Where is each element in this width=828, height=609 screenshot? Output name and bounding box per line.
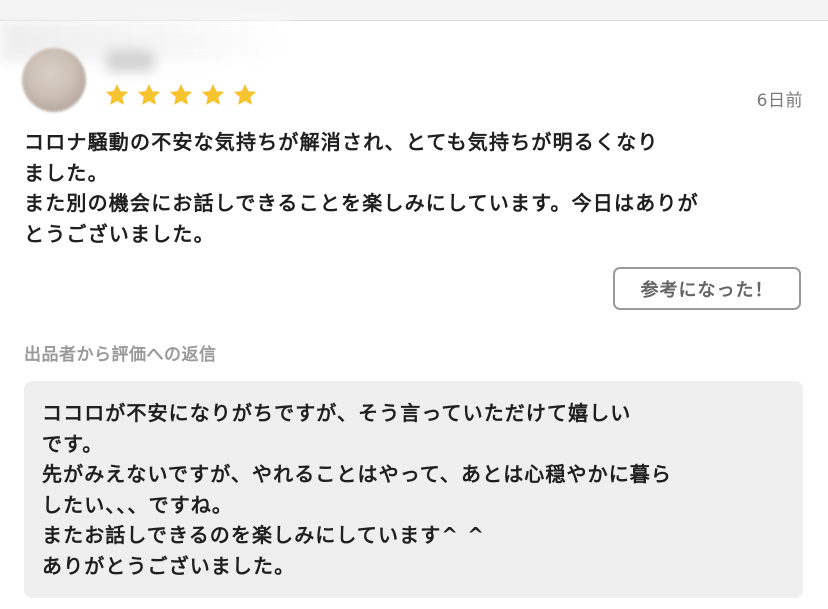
- helpful-button[interactable]: 参考になった！: [613, 267, 801, 310]
- star-icon: [137, 83, 161, 105]
- reply-text: ココロが不安になりがちですが、そう言っていただけて嬉しい です。 先がみえないで…: [42, 401, 672, 578]
- review-time: 6日前: [756, 91, 803, 111]
- username-redacted: [106, 50, 154, 72]
- reply-label: 出品者から評価への返信: [24, 345, 217, 365]
- top-bar: [0, 0, 828, 21]
- star-rating: [104, 82, 258, 108]
- star-icon: [233, 83, 257, 105]
- star-icon: [169, 83, 193, 105]
- reply-box: ココロが不安になりがちですが、そう言っていただけて嬉しい です。 先がみえないで…: [24, 381, 803, 598]
- review-text: コロナ騒動の不安な気持ちが解消され、とても気持ちが明るくなり ました。 また別の…: [24, 130, 699, 246]
- star-icon: [105, 83, 129, 105]
- star-icon: [201, 83, 225, 105]
- avatar[interactable]: [22, 48, 86, 112]
